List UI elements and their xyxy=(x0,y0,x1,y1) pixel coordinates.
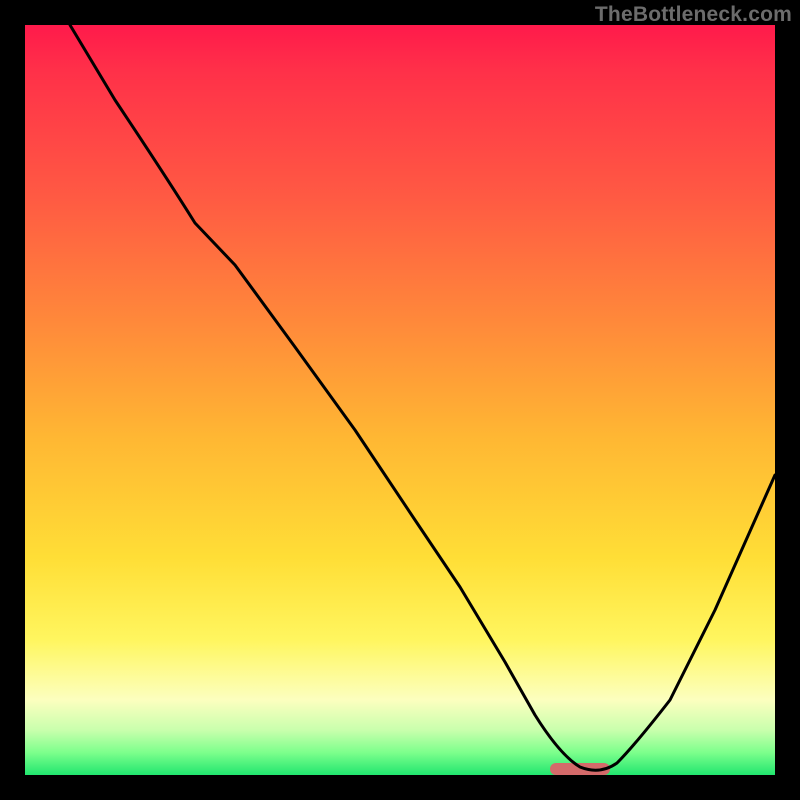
chart-svg xyxy=(25,25,775,775)
watermark-text: TheBottleneck.com xyxy=(595,3,792,27)
chart-container: TheBottleneck.com xyxy=(0,0,800,800)
bottleneck-curve xyxy=(70,25,775,770)
plot-area xyxy=(25,25,775,775)
